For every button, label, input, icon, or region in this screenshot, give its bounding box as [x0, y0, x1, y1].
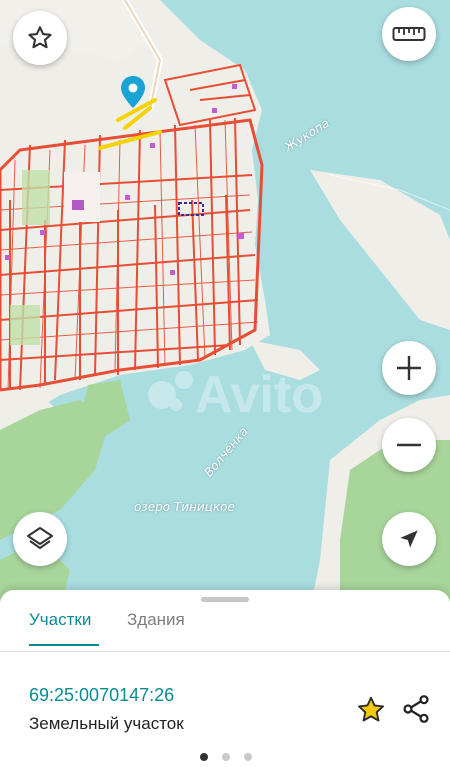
add-favorite-button[interactable] [355, 694, 387, 726]
map-canvas: Avito [0, 0, 450, 610]
star-outline-icon [28, 26, 52, 49]
tab-buildings[interactable]: Здания [127, 610, 185, 630]
tab-parcels[interactable]: Участки [29, 610, 91, 630]
layers-icon [27, 527, 53, 549]
watermark-text: Avito [195, 366, 323, 424]
sheet-drag-handle[interactable] [201, 597, 249, 602]
share-icon [403, 695, 429, 723]
active-tab-indicator [29, 644, 99, 646]
minus-icon [397, 443, 421, 447]
layers-button[interactable] [13, 512, 67, 566]
pagination-dots [198, 753, 258, 763]
page-dot[interactable] [244, 753, 252, 761]
star-icon [358, 696, 384, 722]
sheet-tabs: Участки Здания [0, 606, 450, 646]
locate-button[interactable] [382, 512, 436, 566]
page-dot[interactable] [222, 753, 230, 761]
ruler-icon [392, 27, 426, 41]
zoom-out-button[interactable] [382, 418, 436, 472]
parcel-info-sheet: Участки Здания 69:25:0070147:26 Земельны… [0, 590, 450, 767]
divider [0, 651, 450, 652]
ruler-button[interactable] [382, 7, 436, 61]
zoom-in-button[interactable] [382, 341, 436, 395]
share-button[interactable] [400, 693, 432, 725]
plus-icon [397, 356, 421, 380]
page-dot-active[interactable] [200, 753, 208, 761]
parcel-type: Земельный участок [29, 714, 184, 733]
favorite-button[interactable] [13, 11, 67, 65]
navigation-arrow-icon [400, 530, 418, 548]
map-view[interactable]: Avito Жукопа Волчёнка озеро Тиницкое [0, 0, 450, 610]
lake-label: озеро Тиницкое [134, 500, 235, 514]
cadastral-number-link[interactable]: 69:25:0070147:26 [29, 685, 174, 706]
